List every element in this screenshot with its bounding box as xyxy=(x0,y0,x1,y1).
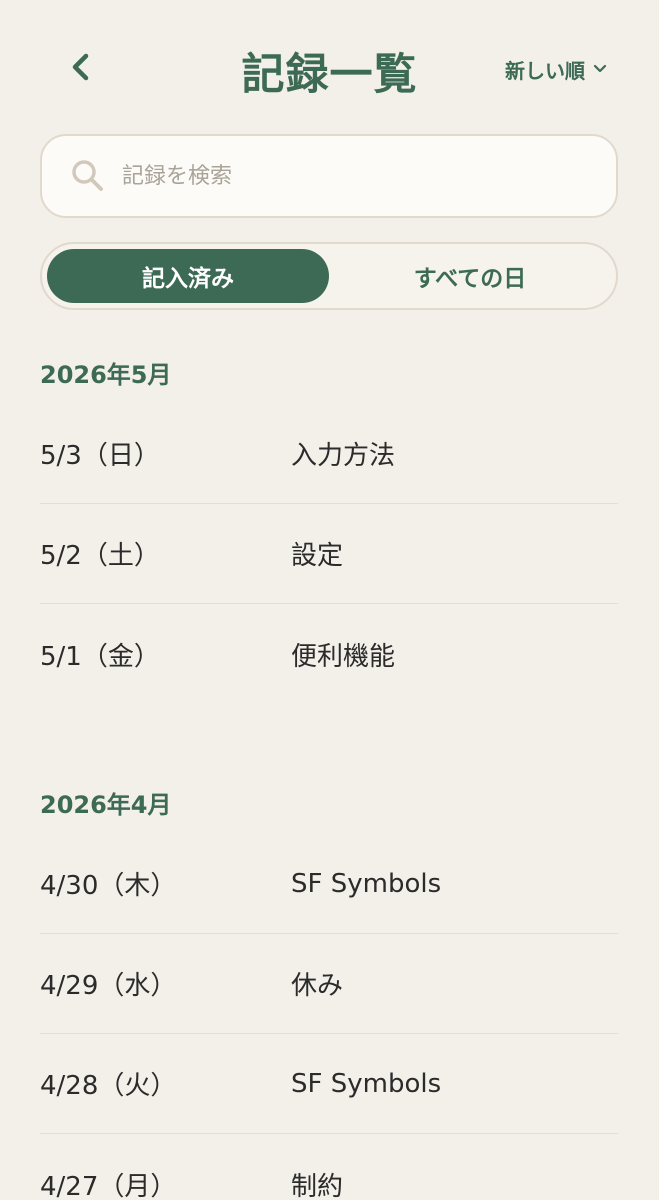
tab-filled-entries[interactable]: 記入済み xyxy=(47,249,329,303)
list-item[interactable]: 4/29（水） 休み xyxy=(40,934,618,1034)
chevron-down-icon xyxy=(593,64,607,73)
tab-all-days[interactable]: すべての日 xyxy=(329,249,611,303)
sort-order-button[interactable]: 新しい順 xyxy=(505,54,607,84)
month-header: 2026年5月 xyxy=(40,360,172,389)
month-header: 2026年4月 xyxy=(40,790,172,819)
search-icon xyxy=(72,160,103,191)
entry-title: SF Symbols xyxy=(291,1068,442,1099)
search-input[interactable] xyxy=(122,163,562,189)
entry-title: 入力方法 xyxy=(291,441,396,471)
entry-date: 5/2（土） xyxy=(40,541,160,571)
filter-segmented-control: 記入済み すべての日 xyxy=(40,242,618,310)
sort-order-label: 新しい順 xyxy=(505,58,585,83)
list-item[interactable]: 4/28（火） SF Symbols xyxy=(40,1034,618,1134)
entry-title: 便利機能 xyxy=(291,641,396,672)
list-item[interactable]: 4/27（月） 制約 xyxy=(40,1134,618,1200)
list-item[interactable]: 5/3（日） 入力方法 xyxy=(40,404,618,504)
records-list-screen: 記録一覧 新しい順 記入済み すべての日 2026年5月 5/3（日） 入力方法… xyxy=(0,0,659,1200)
entry-title: SF Symbols xyxy=(291,868,442,899)
entry-date: 4/27（月） xyxy=(40,1171,177,1200)
entry-title: 設定 xyxy=(291,541,344,571)
entry-date: 4/29（水） xyxy=(40,971,177,1001)
entry-date: 4/28（火） xyxy=(40,1071,177,1101)
list-item[interactable]: 4/30（木） SF Symbols xyxy=(40,834,618,934)
entry-title: 制約 xyxy=(291,1171,344,1200)
list-item[interactable]: 5/1（金） 便利機能 xyxy=(40,604,618,704)
search-bar[interactable] xyxy=(40,134,618,218)
header: 記録一覧 新しい順 xyxy=(0,0,659,130)
entry-date: 5/3（日） xyxy=(40,441,160,471)
entry-date: 5/1（金） xyxy=(40,641,160,672)
entry-date: 4/30（木） xyxy=(40,871,177,901)
entry-title: 休み xyxy=(291,971,344,1001)
list-item[interactable]: 5/2（土） 設定 xyxy=(40,504,618,604)
records-list: 2026年5月 5/3（日） 入力方法 5/2（土） 設定 5/1（金） 便利機… xyxy=(40,340,618,1200)
